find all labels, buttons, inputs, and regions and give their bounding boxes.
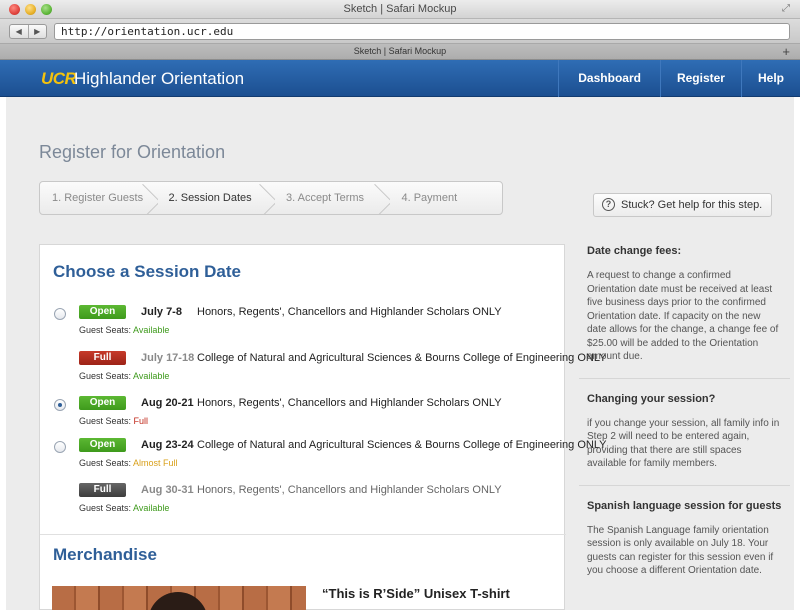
session-row: Open Aug 23-24 College of Natural and Ag… [40, 434, 606, 476]
step-progress: 1. Register Guests 2. Session Dates 3. A… [39, 181, 503, 215]
status-badge: Open [79, 305, 126, 319]
session-date: Aug 30-31 [141, 484, 194, 496]
new-tab-icon[interactable]: + [782, 44, 790, 59]
merchandise-heading: Merchandise [53, 545, 157, 564]
question-icon: ? [602, 198, 615, 211]
step-accept-terms[interactable]: 3. Accept Terms [274, 182, 390, 214]
guest-seats: Guest Seats: Available [79, 371, 169, 381]
guest-seats-label: Guest Seats: [79, 416, 132, 426]
guest-seats: Guest Seats: Available [79, 325, 169, 335]
fullscreen-icon[interactable]: ⤢ [782, 3, 790, 14]
session-date: July 7-8 [141, 306, 182, 318]
guest-seats-label: Guest Seats: [79, 325, 132, 335]
guest-seats-status: Available [133, 371, 170, 381]
info-title: Spanish language session for guests [587, 499, 782, 512]
window-title: Sketch | Safari Mockup [343, 3, 457, 15]
merchandise-item-name[interactable]: “This is R’Side” Unisex T-shirt [322, 586, 510, 601]
guest-seats: Guest Seats: Available [79, 503, 169, 513]
back-arrow-icon[interactable]: ◀ [10, 25, 29, 38]
info-text: if you change your session, all family i… [587, 417, 780, 470]
nav-help[interactable]: Help [740, 60, 800, 97]
info-text: The Spanish Language family orientation … [587, 524, 774, 577]
guest-seats-label: Guest Seats: [79, 503, 132, 513]
session-row: Open Aug 20-21 Honors, Regents', Chancel… [40, 392, 566, 434]
nav-register[interactable]: Register [659, 60, 741, 97]
info-block: Spanish language session for guests The … [587, 499, 782, 578]
guest-seats-status: Available [133, 325, 170, 335]
info-sidebar: Date change fees: A request to change a … [579, 244, 790, 578]
step-label: 2. Session Dates [168, 192, 252, 204]
help-button-label: Stuck? Get help for this step. [621, 199, 763, 211]
page-title: Register for Orientation [39, 142, 226, 162]
step-register-guests[interactable]: 1. Register Guests [40, 182, 157, 214]
session-card: Choose a Session Date Open July 7-8 Hono… [39, 244, 606, 610]
step-label: 1. Register Guests [52, 192, 144, 204]
status-badge: Full [79, 483, 126, 497]
nav-dashboard[interactable]: Dashboard [558, 60, 660, 97]
main-nav: Dashboard Register Help [558, 60, 800, 97]
guest-seats: Guest Seats: Almost Full [79, 458, 178, 468]
session-date: July 17-18 [141, 352, 195, 364]
status-badge: Open [79, 438, 126, 452]
forward-arrow-icon[interactable]: ▶ [29, 25, 47, 38]
section-divider [40, 534, 566, 535]
info-title: Changing your session? [587, 392, 716, 405]
session-description: College of Natural and Agricultural Scie… [197, 439, 607, 451]
help-button[interactable]: ? Stuck? Get help for this step. [593, 193, 772, 217]
guest-seats-status: Full [133, 416, 149, 426]
page-content: Register for Orientation 1. Register Gue… [6, 97, 794, 610]
tab-bar: Sketch | Safari Mockup + [0, 44, 800, 60]
step-divider [255, 182, 275, 214]
guest-seats-label: Guest Seats: [79, 458, 132, 468]
browser-tab[interactable]: Sketch | Safari Mockup [0, 46, 800, 56]
session-radio[interactable] [54, 441, 66, 453]
info-block: Changing your session? if you change you… [587, 392, 782, 471]
session-date: Aug 20-21 [141, 397, 194, 409]
session-date: Aug 23-24 [141, 439, 194, 451]
session-description: Honors, Regents', Chancellors and Highla… [197, 397, 502, 409]
status-badge: Open [79, 396, 126, 410]
site-header: UCR Highlander Orientation Dashboard Reg… [0, 60, 800, 97]
browser-toolbar: ◀ ▶ http://orientation.ucr.edu [0, 19, 800, 44]
merchandise-photo[interactable] [52, 586, 306, 610]
step-divider [138, 182, 158, 214]
step-label: 4. Payment [401, 192, 458, 204]
session-radio[interactable] [54, 399, 66, 411]
ucr-logo[interactable]: UCR [41, 69, 77, 89]
info-text: A request to change a confirmed Orientat… [587, 270, 779, 362]
sidebar-divider [579, 484, 790, 486]
session-row: Full July 17-18 College of Natural and A… [40, 347, 606, 389]
info-block: Date change fees: A request to change a … [587, 244, 782, 364]
step-divider [370, 182, 390, 214]
session-description: College of Natural and Agricultural Scie… [197, 352, 607, 364]
guest-seats-status: Almost Full [133, 458, 178, 468]
session-row: Open July 7-8 Honors, Regents', Chancell… [40, 301, 566, 343]
step-session-dates[interactable]: 2. Session Dates [157, 182, 274, 214]
session-row: Full Aug 30-31 Honors, Regents', Chancel… [40, 479, 566, 521]
status-badge: Full [79, 351, 126, 365]
guest-seats-label: Guest Seats: [79, 371, 132, 381]
step-label: 3. Accept Terms [285, 192, 365, 204]
window-titlebar: Sketch | Safari Mockup ⤢ [0, 0, 800, 19]
guest-seats-status: Available [133, 503, 170, 513]
info-title: Date change fees: [587, 245, 682, 257]
session-radio[interactable] [54, 308, 66, 320]
session-description: Honors, Regents', Chancellors and Highla… [197, 306, 502, 318]
step-payment[interactable]: 4. Payment [389, 182, 502, 214]
guest-seats: Guest Seats: Full [79, 416, 148, 426]
session-heading: Choose a Session Date [53, 262, 242, 281]
sidebar-divider [579, 377, 790, 379]
address-bar[interactable]: http://orientation.ucr.edu [54, 23, 790, 40]
site-title[interactable]: Highlander Orientation [74, 69, 244, 89]
session-description: Honors, Regents', Chancellors and Highla… [197, 484, 502, 496]
history-nav: ◀ ▶ [9, 24, 47, 39]
